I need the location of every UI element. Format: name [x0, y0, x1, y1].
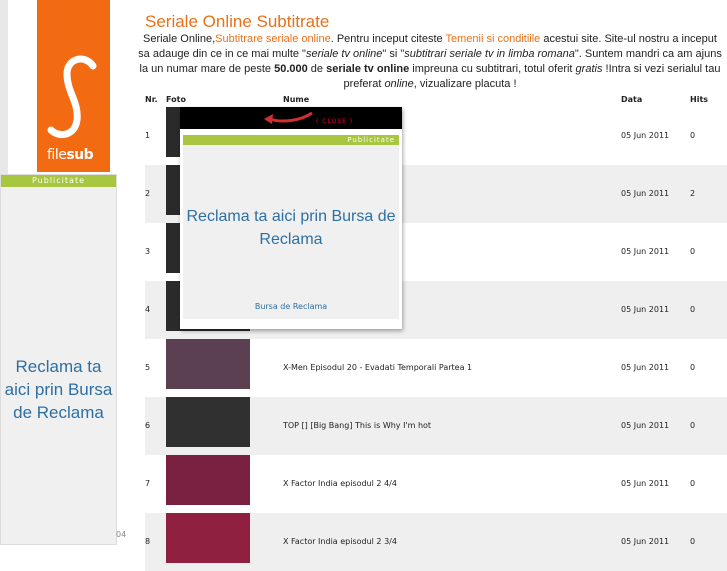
- close-button[interactable]: ( CLOSE ): [316, 118, 353, 125]
- header-nr: Nr.: [145, 95, 158, 104]
- video-title-link[interactable]: X Factor India episodul 2 4/4: [283, 479, 397, 488]
- video-title-link[interactable]: TOP [] [Big Bang] This is Why I'm hot: [283, 421, 431, 430]
- ad-label: Publicitate: [183, 135, 399, 145]
- subtitles-link[interactable]: Subtitrare seriale online: [215, 33, 331, 45]
- filesub-s-icon: [47, 55, 97, 139]
- table-row[interactable]: 6 TOP [] [Big Bang] This is Why I'm hot …: [145, 397, 727, 455]
- header-nume: Nume: [283, 95, 310, 104]
- table-row[interactable]: 5 X-Men Episodul 20 - Evadati Temporali …: [145, 339, 727, 397]
- video-thumbnail[interactable]: [166, 455, 250, 505]
- ad-popup[interactable]: ( CLOSE ) Publicitate Reclama ta aici pr…: [180, 107, 402, 329]
- text-fragment: 04: [116, 530, 127, 539]
- ad-text[interactable]: Reclama ta aici prin Bursa de Reclama: [183, 205, 399, 251]
- popup-ad-body[interactable]: Reclama ta aici prin Bursa de Reclama Bu…: [183, 145, 399, 319]
- video-thumbnail[interactable]: [166, 513, 250, 563]
- table-row[interactable]: 8 X Factor India episodul 2 3/4 05 Jun 2…: [145, 513, 727, 571]
- video-thumbnail[interactable]: [166, 339, 250, 389]
- ad-label: Publicitate: [1, 175, 116, 187]
- page-title: Seriale Online Subtitrate: [145, 12, 330, 31]
- popup-header: ( CLOSE ): [180, 107, 402, 129]
- arrow-icon: [264, 111, 313, 124]
- left-ad-banner[interactable]: Publicitate Reclama ta aici prin Bursa d…: [0, 174, 117, 545]
- header-data: Data: [621, 95, 643, 104]
- brand-name: filesub: [47, 147, 94, 163]
- header-hits: Hits: [690, 95, 709, 104]
- video-title-link[interactable]: X-Men Episodul 20 - Evadati Temporali Pa…: [283, 363, 472, 372]
- header-foto: Foto: [166, 95, 186, 104]
- site-logo[interactable]: filesub: [37, 0, 110, 172]
- table-row[interactable]: 7 X Factor India episodul 2 4/4 05 Jun 2…: [145, 455, 727, 513]
- ad-text[interactable]: Reclama ta aici prin Bursa de Reclama: [1, 355, 116, 424]
- intro-text: Seriale Online,Subtitrare seriale online…: [138, 33, 722, 90]
- ad-link[interactable]: Bursa de Reclama: [183, 302, 399, 311]
- video-thumbnail[interactable]: [166, 397, 250, 447]
- terms-link[interactable]: Temenii si conditiile: [446, 33, 541, 45]
